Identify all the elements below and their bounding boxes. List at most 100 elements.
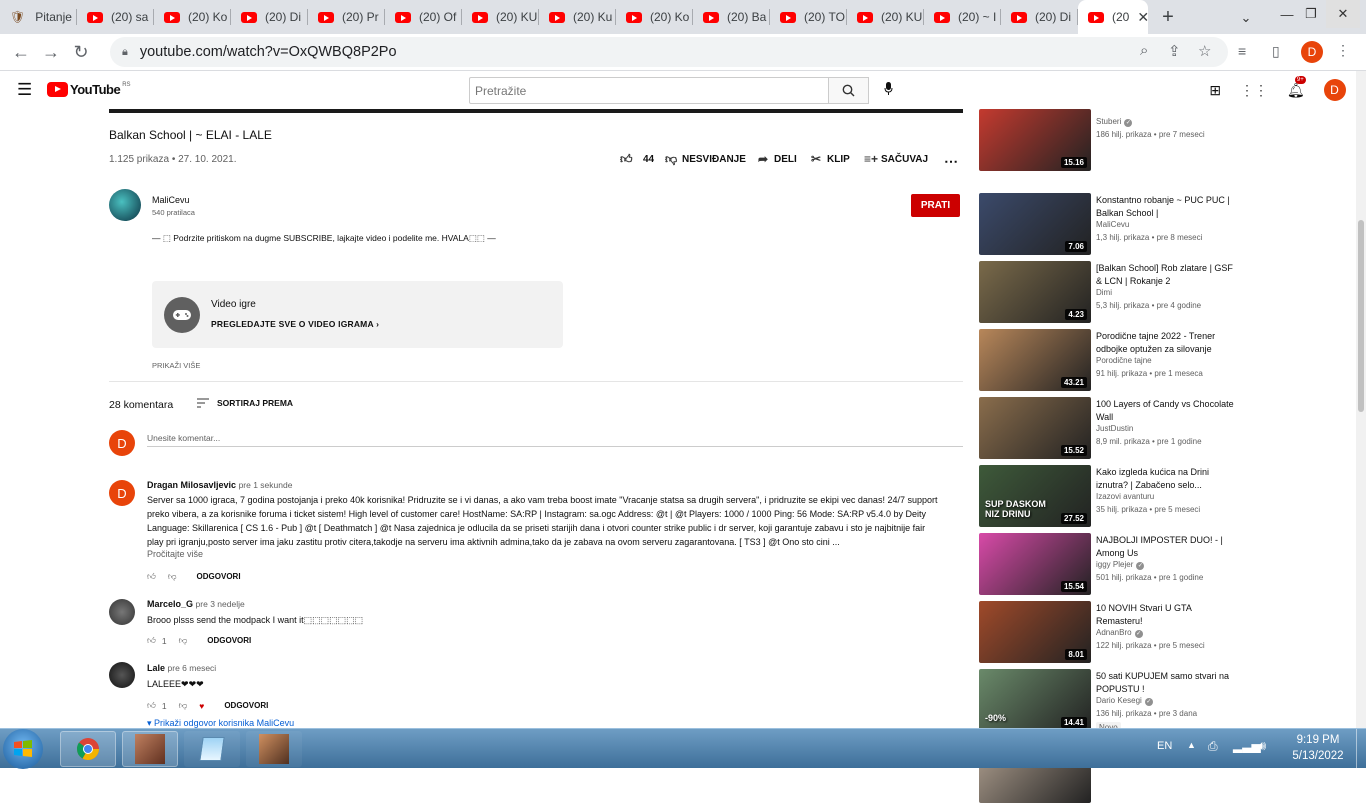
browser-tab[interactable]: (20) Ba <box>693 0 770 34</box>
show-desktop-button[interactable] <box>1356 729 1366 769</box>
browser-tab[interactable]: (20) Ko <box>154 0 231 34</box>
menu-dots-icon[interactable]: ⋮ <box>1336 42 1350 59</box>
related-video-channel[interactable]: Stuberi ✓ <box>1096 117 1133 127</box>
show-hidden-icons[interactable]: ▲ <box>1187 740 1196 750</box>
clip-button[interactable]: ✂ KLIP <box>810 153 850 165</box>
browser-tab[interactable]: (20) Ku <box>539 0 616 34</box>
like-button[interactable]: 👍︎ 44 <box>620 153 654 165</box>
search-button[interactable] <box>828 77 869 104</box>
comment-input[interactable]: Unesite komentar... <box>147 433 963 447</box>
related-video-title[interactable]: Konstantno robanje ~ PUC PUC | Balkan Sc… <box>1096 194 1236 220</box>
related-video-title[interactable]: 10 NOVIH Stvari U GTA Remasteru! <box>1096 602 1236 628</box>
video-thumbnail[interactable]: 4.23 <box>979 261 1091 323</box>
bookmark-star-icon[interactable]: ☆ <box>1198 42 1211 60</box>
browser-tab[interactable]: (20) Ko <box>616 0 693 34</box>
related-video-item[interactable]: 4.23 [Balkan School] Rob zlatare | GSF & … <box>979 261 1359 325</box>
restore-button[interactable]: ❐ <box>1300 0 1322 28</box>
related-video-title[interactable]: 50 sati KUPUJEM samo stvari na POPUSTU ! <box>1096 670 1236 696</box>
related-video-channel[interactable]: iggy Plejer ✓ <box>1096 560 1145 570</box>
browser-tab[interactable]: (20 ✕ <box>1078 0 1148 34</box>
network-signal-icon[interactable]: ▂▃▅ <box>1233 739 1261 753</box>
apps-grid-icon[interactable]: ⋮⋮ <box>1240 82 1268 99</box>
more-actions-icon[interactable]: ⋯ <box>944 153 958 170</box>
browser-tab[interactable]: (20) Di <box>231 0 308 34</box>
browser-tab[interactable]: (20) sa <box>77 0 154 34</box>
browser-tab[interactable]: (20) KU <box>462 0 539 34</box>
back-icon[interactable]: ← <box>6 42 36 63</box>
comment-like-icon[interactable]: 👍︎ <box>147 700 156 711</box>
scrollbar-thumb[interactable] <box>1358 220 1364 412</box>
comment-dislike-icon[interactable]: 👎︎ <box>179 635 188 646</box>
channel-name[interactable]: MaliCevu <box>152 195 190 205</box>
minimize-button[interactable]: — <box>1276 0 1298 28</box>
related-video-title[interactable]: [Balkan School] Rob zlatare | GSF & LCN … <box>1096 262 1236 288</box>
close-window-button[interactable]: ✕ <box>1326 0 1360 28</box>
video-thumbnail[interactable]: 15.16 <box>979 109 1091 171</box>
browser-tab[interactable]: (20) KU <box>847 0 924 34</box>
related-video-channel[interactable]: Dario Kesegi ✓ <box>1096 696 1153 706</box>
browser-tab[interactable]: (20) Di <box>1001 0 1078 34</box>
share-button[interactable]: ➦ DELI <box>757 153 797 165</box>
related-video-item[interactable]: 8.01 10 NOVIH Stvari U GTA Remasteru! Adna… <box>979 601 1359 665</box>
taskbar-app-2[interactable] <box>246 731 302 767</box>
reading-list-icon[interactable]: ≡ <box>1238 43 1246 59</box>
omnibox[interactable]: 🔒︎ youtube.com/watch?v=OxQWBQ8P2Po ⌕ ⇪ ☆ <box>110 37 1228 67</box>
clock-time[interactable]: 9:19 PM <box>1288 734 1348 746</box>
mic-icon[interactable] <box>884 82 893 101</box>
related-video-channel[interactable]: Porodične tajne <box>1096 356 1152 365</box>
related-video-channel[interactable]: Dimi <box>1096 288 1112 297</box>
side-panel-icon[interactable]: ▯ <box>1272 43 1280 60</box>
volume-icon[interactable]: 🔊︎ <box>1258 738 1266 754</box>
browser-tab[interactable]: (20) Pr <box>308 0 385 34</box>
video-thumbnail[interactable]: 8.01 <box>979 601 1091 663</box>
comment-avatar[interactable]: D <box>109 480 135 506</box>
reply-button[interactable]: ODGOVORI <box>197 572 241 581</box>
hamburger-menu-icon[interactable]: ☰ <box>17 81 32 98</box>
reply-button[interactable]: ODGOVORI <box>207 636 251 645</box>
taskbar-chrome[interactable] <box>60 731 116 767</box>
comment-avatar[interactable] <box>109 599 135 625</box>
related-video-item[interactable]: -90% 14.41 50 sati KUPUJEM samo stvari na … <box>979 669 1359 733</box>
comment-author[interactable]: Dragan Milosavljevic pre 1 sekunde <box>147 480 292 490</box>
subscribe-button[interactable]: PRATI <box>911 194 960 217</box>
comment-like-icon[interactable]: 👍︎ <box>147 571 156 582</box>
video-thumbnail[interactable]: 15.54 <box>979 533 1091 595</box>
browser-tab[interactable]: (20) ~ I <box>924 0 1001 34</box>
close-tab-icon[interactable]: ✕ <box>1137 9 1148 26</box>
browser-tab[interactable]: (20) Of <box>385 0 462 34</box>
start-button[interactable] <box>3 729 43 769</box>
comment-author[interactable]: Marcelo_G pre 3 nedelje <box>147 599 245 609</box>
related-video-item[interactable]: 15.16 Stuberi ✓ 186 hilj. prikaza • pre 7 m… <box>979 109 1359 173</box>
related-video-item[interactable]: 15.52 100 Layers of Candy vs Chocolate Wa… <box>979 397 1359 461</box>
device-icon[interactable]: ⎙ <box>1208 739 1218 754</box>
channel-avatar[interactable] <box>109 189 141 221</box>
dislike-button[interactable]: 👎︎ NESVIĐANJE <box>665 153 746 165</box>
related-video-channel[interactable]: Izazovi avanturu <box>1096 492 1154 501</box>
comment-dislike-icon[interactable]: 👎︎ <box>168 571 177 582</box>
sort-button[interactable]: SORTIRAJ PREMA <box>197 398 293 408</box>
related-video-item[interactable]: 43.21 Porodične tajne 2022 - Trener odboj… <box>979 329 1359 393</box>
browser-tab[interactable]: 🛡︎ Pitanje <box>0 0 77 34</box>
related-video-item[interactable]: SUP DASKOM NIZ DRINU 27.52 Kako izgleda ku… <box>979 465 1359 529</box>
user-avatar[interactable]: D <box>1323 79 1346 101</box>
video-thumbnail[interactable]: SUP DASKOM NIZ DRINU 27.52 <box>979 465 1091 527</box>
read-more-link[interactable]: Pročitajte više <box>147 549 203 559</box>
share-icon[interactable]: ⇪ <box>1168 42 1181 60</box>
taskbar-app-1[interactable] <box>122 731 178 767</box>
save-button[interactable]: ≡+ SAČUVAJ <box>864 153 928 165</box>
related-video-item[interactable]: 15.54 NAJBOLJI IMPOSTER DUO! - | Among Us… <box>979 533 1359 597</box>
zoom-icon[interactable]: ⌕ <box>1140 42 1148 59</box>
related-video-title[interactable]: Porodične tajne 2022 - Trener odbojke op… <box>1096 330 1236 356</box>
related-video-channel[interactable]: JustDustin <box>1096 424 1133 433</box>
related-video-channel[interactable]: AdnanBro ✓ <box>1096 628 1143 638</box>
browser-tab[interactable]: (20) TO <box>770 0 847 34</box>
related-video-title[interactable]: Kako izgleda kućica na Drini iznutra? | … <box>1096 466 1236 492</box>
new-tab-button[interactable]: + <box>1148 6 1188 29</box>
taskbar-notepad[interactable] <box>184 731 240 767</box>
comment-like-icon[interactable]: 👍︎ <box>147 635 156 646</box>
games-card[interactable]: Video igre PREGLEDAJTE SVE O VIDEO IGRAM… <box>152 281 563 348</box>
create-video-icon[interactable]: ⊞ <box>1209 82 1221 99</box>
comment-dislike-icon[interactable]: 👎︎ <box>179 700 188 711</box>
reload-icon[interactable]: ↻ <box>66 42 96 63</box>
clock-date[interactable]: 5/13/2022 <box>1288 750 1348 762</box>
